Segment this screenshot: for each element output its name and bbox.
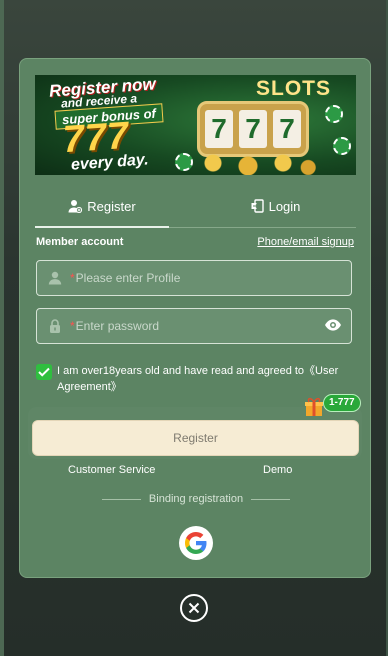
register-button[interactable]: Register [32,420,359,456]
casino-chip-graphic [325,105,343,123]
auth-tabs: Register Login [35,185,356,228]
close-icon [188,602,200,614]
member-account-label: Member account [36,236,124,248]
google-signup-button[interactable] [179,526,213,560]
left-edge-strip [0,0,4,656]
casino-chip-graphic [333,137,351,155]
customer-service-link[interactable]: Customer Service [68,464,155,476]
casino-chip-graphic [175,153,193,171]
binding-registration-label: Binding registration [148,493,244,505]
eye-icon[interactable] [324,318,342,337]
profile-input[interactable]: * Please enter Profile [36,260,352,296]
gold-coins-graphic [185,145,325,175]
tab-register[interactable]: Register [35,185,169,227]
user-add-icon [68,199,83,213]
password-input[interactable]: * Enter password [36,308,352,344]
divider-line [251,498,291,500]
register-modal: Register now and receive a super bonus o… [19,58,371,578]
secondary-links: Customer Service Demo [20,464,370,480]
agreement-text: I am over18years old and have read and a… [57,365,339,393]
slot-reel: 7 [205,110,233,148]
bonus-badge: 1-777 [323,394,361,412]
banner-slots-title: SLOTS [256,77,332,100]
required-marker: * [70,271,75,285]
divider-line [102,498,141,500]
binding-divider: Binding registration [102,492,291,506]
tab-register-label: Register [87,198,136,214]
active-tab-indicator [35,226,169,228]
gift-box-icon [303,396,325,418]
profile-placeholder: Please enter Profile [75,271,181,285]
tab-login[interactable]: Login [195,185,356,227]
google-icon [185,532,207,554]
phone-email-signup-link[interactable]: Phone/email signup [257,236,354,248]
agreement-row: I am over18years old and have read and a… [36,363,354,399]
lock-icon [40,319,70,333]
demo-link[interactable]: Demo [263,464,292,476]
account-label-row: Member account Phone/email signup [36,236,354,252]
tab-login-label: Login [268,198,301,214]
slot-reel: 7 [239,110,267,148]
user-icon [40,271,70,285]
promo-banner[interactable]: Register now and receive a super bonus o… [35,75,356,175]
door-enter-icon [251,199,264,213]
required-marker: * [70,319,75,333]
password-placeholder: Enter password [75,319,160,333]
check-icon [38,367,50,377]
close-modal-button[interactable] [180,594,208,622]
slot-reel: 7 [273,110,301,148]
agreement-checkbox[interactable] [36,364,52,380]
